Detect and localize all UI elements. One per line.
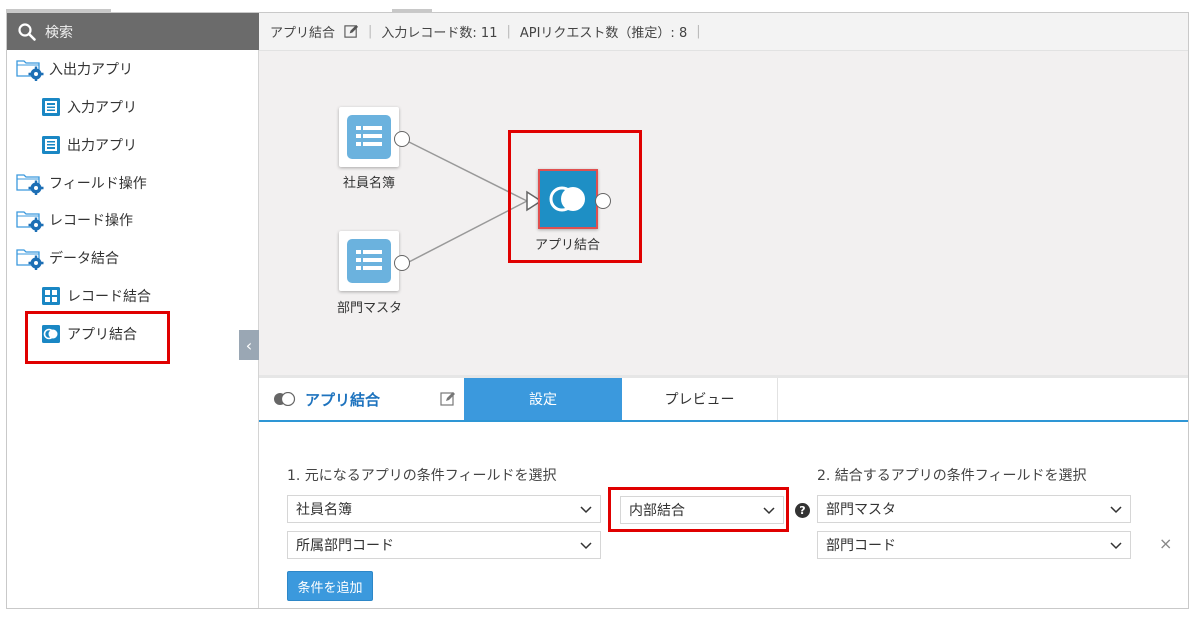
sidebar-item-label: フィールド操作 — [49, 176, 147, 192]
panel-title: アプリ結合 — [273, 378, 380, 420]
collapse-sidebar-button[interactable]: ‹ — [239, 330, 259, 360]
settings-panel-header: アプリ結合 設定 プレビュー — [259, 378, 1188, 422]
join-type-highlight-box — [608, 487, 789, 532]
search-icon — [18, 22, 36, 41]
left-field-select[interactable]: 所属部門コード — [287, 531, 601, 559]
app-window: 検索 入出力アプリ 入力アプリ 出力アプリ フィールド操作 レコード操作 データ… — [6, 12, 1189, 609]
sidebar-item-label: 入力アプリ — [67, 100, 137, 116]
sidebar-item-field-ops[interactable]: フィールド操作 — [15, 169, 147, 197]
sidebar-item-input-app[interactable]: 入力アプリ — [41, 93, 137, 121]
sidebar-item-record-ops[interactable]: レコード操作 — [15, 206, 133, 234]
output-app-icon — [42, 136, 60, 154]
node-label: 部門マスタ — [337, 301, 403, 316]
select-value: 社員名簿 — [296, 502, 352, 518]
sidebar-item-label: レコード操作 — [49, 213, 133, 229]
sidebar-item-label: データ結合 — [49, 251, 119, 267]
tab-settings[interactable]: 設定 — [464, 378, 622, 420]
sidebar-item-record-join[interactable]: レコード結合 — [41, 282, 151, 310]
chevron-down-icon — [1110, 506, 1122, 514]
record-join-icon — [42, 287, 60, 305]
chevron-down-icon — [580, 506, 592, 514]
right-app-select[interactable]: 部門マスタ — [817, 495, 1131, 523]
select-value: 部門コード — [826, 538, 896, 554]
chevron-down-icon — [1110, 542, 1122, 550]
help-icon[interactable]: ? — [795, 503, 810, 518]
sidebar-item-label: 出力アプリ — [67, 138, 137, 154]
left-condition-label: 1. 元になるアプリの条件フィールドを選択 — [287, 468, 557, 484]
chevron-down-icon — [580, 542, 592, 550]
folder-gear-icon — [16, 249, 44, 270]
separator: | — [696, 24, 701, 39]
sidebar-item-data-join[interactable]: データ結合 — [15, 244, 119, 272]
input-app-icon — [42, 98, 60, 116]
remove-condition-icon[interactable]: × — [1159, 534, 1172, 553]
node-label: 社員名簿 — [343, 176, 396, 191]
left-app-select[interactable]: 社員名簿 — [287, 495, 601, 523]
tab-preview[interactable]: プレビュー — [622, 378, 778, 420]
main-area: アプリ結合 | 入力レコード数: 11 | APIリクエスト数（推定）: 8 | — [259, 13, 1188, 608]
select-value: 部門マスタ — [826, 502, 896, 518]
flow-connections — [404, 139, 543, 265]
select-value: 所属部門コード — [296, 538, 394, 554]
separator: | — [368, 24, 373, 39]
add-condition-button[interactable]: 条件を追加 — [287, 571, 373, 601]
node-department-master[interactable] — [339, 231, 399, 291]
sidebar-item-output-app[interactable]: 出力アプリ — [41, 131, 137, 159]
sidebar-item-label: レコード結合 — [67, 289, 151, 305]
chevron-left-icon: ‹ — [245, 335, 253, 355]
api-request-count: APIリクエスト数（推定）: 8 — [519, 26, 688, 41]
canvas-highlight-box — [508, 130, 642, 263]
sidebar: 検索 入出力アプリ 入力アプリ 出力アプリ フィールド操作 レコード操作 データ… — [7, 13, 259, 608]
output-port[interactable] — [394, 255, 410, 271]
flow-canvas[interactable]: 社員名簿 部門マスタ アプリ結合 — [259, 51, 1188, 375]
search-label: 検索 — [45, 24, 73, 41]
toggle-icon — [274, 392, 296, 406]
edit-icon[interactable] — [440, 391, 456, 407]
right-condition-label: 2. 結合するアプリの条件フィールドを選択 — [817, 468, 1087, 484]
sidebar-item-label: 入出力アプリ — [49, 62, 133, 78]
top-strip — [0, 0, 1200, 12]
folder-gear-icon — [16, 174, 44, 195]
edit-icon[interactable] — [344, 24, 359, 39]
separator: | — [506, 24, 511, 39]
sidebar-item-io-apps[interactable]: 入出力アプリ — [15, 55, 133, 83]
panel-title-label: アプリ結合 — [305, 390, 381, 409]
list-icon — [347, 115, 391, 159]
input-record-count: 入力レコード数: 11 — [381, 26, 498, 41]
flow-header: アプリ結合 | 入力レコード数: 11 | APIリクエスト数（推定）: 8 | — [259, 13, 1188, 51]
sidebar-highlight-box — [25, 311, 170, 364]
folder-gear-icon — [16, 60, 44, 81]
right-field-select[interactable]: 部門コード — [817, 531, 1131, 559]
output-port[interactable] — [394, 131, 410, 147]
search-bar[interactable]: 検索 — [7, 13, 259, 50]
node-employee-list[interactable] — [339, 107, 399, 167]
folder-gear-icon — [16, 211, 44, 232]
flow-title: アプリ結合 — [270, 26, 336, 41]
list-icon — [347, 239, 391, 283]
